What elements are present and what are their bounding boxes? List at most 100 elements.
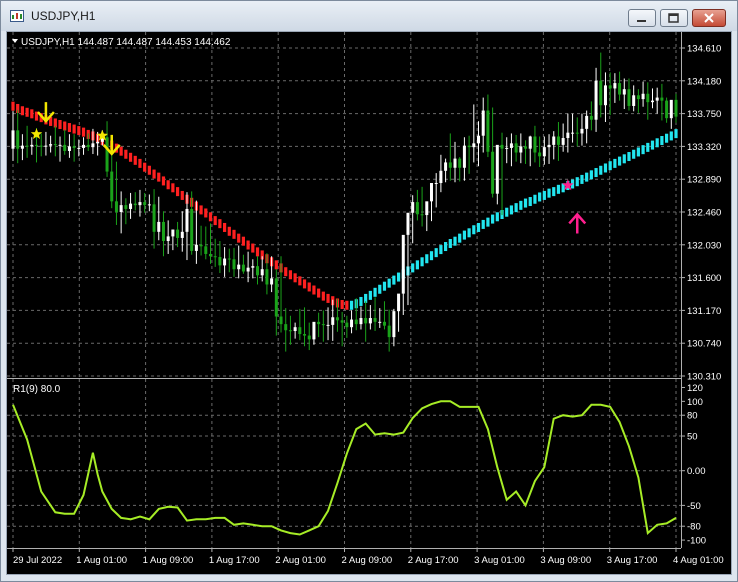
price-tick-label: 133.750 xyxy=(687,109,721,120)
trail-mark xyxy=(124,149,128,159)
candle-body xyxy=(467,145,471,148)
trail-mark xyxy=(608,161,612,171)
candle-body xyxy=(86,144,90,148)
candle-body xyxy=(538,152,542,157)
candle-body xyxy=(519,146,523,153)
candle-body xyxy=(307,335,311,340)
trail-mark xyxy=(382,281,387,291)
candle-body xyxy=(35,144,39,146)
candle-body xyxy=(260,269,264,276)
candle-body xyxy=(251,266,255,268)
price-tick-label: 134.180 xyxy=(687,76,721,87)
trail-mark xyxy=(317,288,321,298)
trail-mark xyxy=(368,290,372,300)
candle-body xyxy=(397,293,401,312)
close-icon xyxy=(704,13,714,23)
trail-mark xyxy=(650,140,655,150)
candle-body xyxy=(373,318,377,322)
trail-mark xyxy=(340,300,344,310)
candle-body xyxy=(401,234,405,294)
trail-mark xyxy=(509,205,514,215)
candle-body xyxy=(312,321,316,340)
candle-body xyxy=(321,324,325,326)
candle-body xyxy=(293,327,297,331)
time-tick-label: 2 Aug 09:00 xyxy=(342,555,393,566)
title-bar[interactable]: USDJPY,H1 xyxy=(1,1,737,31)
time-tick-label: 1 Aug 17:00 xyxy=(209,555,260,566)
candle-body xyxy=(491,151,495,194)
maximize-button[interactable] xyxy=(660,9,688,27)
trail-mark xyxy=(143,162,147,172)
candle-body xyxy=(477,135,481,144)
candle-body xyxy=(646,93,650,103)
candle-body xyxy=(660,97,664,101)
maximize-icon xyxy=(668,13,679,23)
candle-body xyxy=(25,145,29,147)
price-tick-label: 132.030 xyxy=(687,240,721,251)
oscillator-tick-label: -100 xyxy=(687,536,706,547)
candle-body xyxy=(147,204,151,206)
candle-body xyxy=(16,130,20,149)
candle-body xyxy=(392,311,396,338)
trail-mark xyxy=(547,188,551,198)
candle-body xyxy=(256,266,260,276)
candle-body xyxy=(406,212,410,235)
candle-body xyxy=(204,246,208,254)
trail-mark xyxy=(11,101,15,111)
price-tick-label: 133.320 xyxy=(687,142,721,153)
trail-mark xyxy=(664,133,669,143)
candle-body xyxy=(453,158,457,168)
time-tick-label: 2 Aug 17:00 xyxy=(408,555,459,566)
trail-mark xyxy=(552,187,556,197)
trail-mark xyxy=(556,184,561,194)
candle-body xyxy=(82,144,86,148)
chart-canvas[interactable]: USDJPY,H1 144.487 144.487 144.453 144.46… xyxy=(7,32,731,574)
candle-body xyxy=(67,146,71,151)
trail-mark xyxy=(199,205,203,215)
candle-body xyxy=(641,93,645,100)
trail-mark xyxy=(171,183,175,193)
trail-mark xyxy=(674,129,678,139)
candle-body xyxy=(364,318,368,324)
minimize-button[interactable] xyxy=(628,9,656,27)
trail-mark xyxy=(307,282,311,292)
trail-mark xyxy=(603,163,608,173)
candle-body xyxy=(636,95,640,100)
trail-mark xyxy=(420,257,424,267)
trail-mark xyxy=(486,217,490,227)
candle-body xyxy=(354,319,358,325)
candle-body xyxy=(58,144,62,146)
time-tick-label: 2 Aug 01:00 xyxy=(275,555,326,566)
price-tick-label: 132.460 xyxy=(687,208,721,219)
trail-mark xyxy=(288,270,293,280)
trail-mark xyxy=(30,109,34,119)
candle-body xyxy=(270,278,274,285)
close-button[interactable] xyxy=(692,9,726,27)
candle-body xyxy=(152,204,156,232)
candle-body xyxy=(326,324,330,326)
candle-body xyxy=(237,264,241,270)
candle-body xyxy=(185,208,189,232)
candle-body xyxy=(11,130,15,149)
candle-body xyxy=(566,132,570,139)
chart-app-icon xyxy=(10,10,24,22)
candle-body xyxy=(110,171,114,202)
trail-mark xyxy=(133,155,137,165)
trail-mark xyxy=(298,276,302,286)
candle-body xyxy=(429,183,433,202)
trail-mark xyxy=(467,228,471,238)
candle-body xyxy=(194,244,198,251)
candle-body xyxy=(39,145,43,147)
sub-chart-header: R1(9) 80.0 xyxy=(13,384,61,395)
candle-body xyxy=(368,318,372,324)
candle-body xyxy=(613,83,617,89)
trail-mark xyxy=(373,287,377,297)
candle-body xyxy=(547,144,551,148)
candle-body xyxy=(105,137,109,172)
time-tick-label: 4 Aug 01:00 xyxy=(673,555,724,566)
trail-mark xyxy=(495,212,499,222)
candle-body xyxy=(77,147,81,149)
candle-body xyxy=(171,229,175,237)
candle-body xyxy=(176,229,180,238)
trail-mark xyxy=(580,174,584,184)
